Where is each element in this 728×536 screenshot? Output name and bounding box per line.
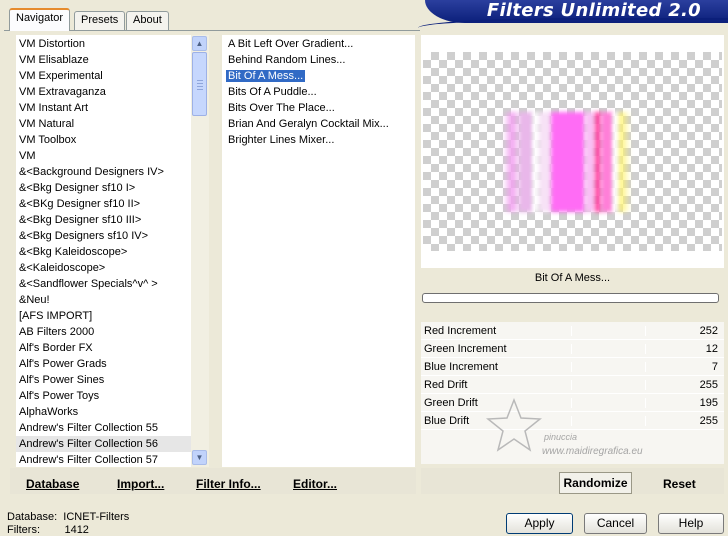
category-item[interactable]: VM Toolbox	[16, 132, 191, 148]
tab-presets[interactable]: Presets	[74, 11, 126, 30]
star-watermark-icon	[485, 398, 543, 452]
category-item[interactable]: &<Bkg Designer sf10 III>	[16, 212, 191, 228]
parameter-slider[interactable]: Green Increment 12	[421, 340, 724, 358]
parameter-slider[interactable]: Green Drift 195	[421, 394, 724, 412]
filter-item[interactable]: Bits Of A Puddle...	[225, 84, 317, 100]
category-item[interactable]: Andrew's Filter Collection 57	[16, 452, 191, 467]
scroll-thumb[interactable]	[192, 52, 207, 116]
category-item[interactable]: &<Kaleidoscope>	[16, 260, 191, 276]
category-item[interactable]: VM Extravaganza	[16, 84, 191, 100]
filter-item[interactable]: Bit Of A Mess...	[224, 68, 307, 84]
progress-bar	[422, 293, 719, 303]
scroll-up-button[interactable]: ▲	[192, 36, 207, 51]
parameter-label: Blue Drift	[424, 415, 470, 427]
category-item[interactable]: &<Bkg Designer sf10 I>	[16, 180, 191, 196]
category-item[interactable]: Andrew's Filter Collection 55	[16, 420, 191, 436]
category-list[interactable]: VM Distortion VM Elisablaze VM Experimenta…	[16, 35, 209, 467]
tab-navigator[interactable]: Navigator	[9, 8, 71, 31]
filter-item[interactable]: Behind Random Lines...	[225, 52, 345, 68]
scroll-down-button[interactable]: ▼	[192, 450, 207, 465]
import-button[interactable]: Import...	[117, 477, 164, 491]
category-item[interactable]: &Neu!	[16, 292, 191, 308]
category-item[interactable]: VM Elisablaze	[16, 52, 191, 68]
category-item[interactable]: Alf's Border FX	[16, 340, 191, 356]
category-item[interactable]: VM Instant Art	[16, 100, 191, 116]
parameter-slider[interactable]: Blue Increment 7	[421, 358, 724, 376]
parameter-label: Blue Increment	[424, 361, 498, 373]
database-button[interactable]: Database	[26, 477, 79, 491]
category-item[interactable]: &<Bkg Designers sf10 IV>	[16, 228, 191, 244]
category-item[interactable]: AlphaWorks	[16, 404, 191, 420]
category-item[interactable]: &<Sandflower Specials^v^ >	[16, 276, 191, 292]
watermark-author: pinuccia	[544, 432, 578, 442]
category-item[interactable]: VM	[16, 148, 191, 164]
parameter-label: Red Increment	[424, 325, 497, 337]
category-item[interactable]: VM Natural	[16, 116, 191, 132]
help-button[interactable]: Help	[658, 513, 724, 534]
cancel-button[interactable]: Cancel	[584, 513, 647, 534]
filter-item[interactable]: Brighter Lines Mixer...	[225, 132, 334, 148]
tab-about[interactable]: About	[126, 11, 169, 30]
category-item[interactable]: &<BKg Designer sf10 II>	[16, 196, 191, 212]
parameter-value: 195	[699, 397, 718, 409]
category-item[interactable]: VM Experimental	[16, 68, 191, 84]
randomize-button[interactable]: Randomize	[559, 472, 632, 494]
category-item[interactable]: Andrew's Filter Collection 56	[16, 436, 191, 452]
category-scrollbar[interactable]: ▲ ▼	[191, 35, 209, 467]
filter-list[interactable]: A Bit Left Over Gradient... Behind Random…	[222, 35, 415, 467]
filter-item[interactable]: A Bit Left Over Gradient...	[225, 36, 353, 52]
watermark-url: www.maidiregrafica.eu	[542, 446, 643, 457]
filter-info-button[interactable]: Filter Info...	[196, 477, 261, 491]
parameter-panel: Red Increment 252 Green Increment 12 Blue In…	[421, 322, 724, 464]
selected-filter-name: Bit Of A Mess...	[534, 272, 611, 284]
category-item[interactable]: VM Distortion	[16, 36, 191, 52]
parameter-label: Green Increment	[424, 343, 507, 355]
parameter-value: 7	[711, 361, 718, 373]
parameter-slider[interactable]: Red Increment 252	[421, 322, 724, 340]
filter-item[interactable]: Bits Over The Place...	[225, 100, 335, 116]
parameter-slider[interactable]: Red Drift 255	[421, 376, 724, 394]
parameter-value: 12	[705, 343, 718, 355]
apply-button[interactable]: Apply	[506, 513, 573, 534]
parameter-label: Green Drift	[424, 397, 478, 409]
editor-button[interactable]: Editor...	[293, 477, 337, 491]
status-filters: Filters: 1412	[7, 524, 89, 536]
category-item[interactable]: Alf's Power Sines	[16, 372, 191, 388]
category-item[interactable]: &<Bkg Kaleidoscope>	[16, 244, 191, 260]
category-item[interactable]: Alf's Power Toys	[16, 388, 191, 404]
category-item[interactable]: &<Background Designers IV>	[16, 164, 191, 180]
parameter-value: 255	[699, 415, 718, 427]
preview-panel	[421, 35, 724, 268]
parameter-value: 255	[699, 379, 718, 391]
category-item[interactable]: AB Filters 2000	[16, 324, 191, 340]
category-item[interactable]: [AFS IMPORT]	[16, 308, 191, 324]
parameter-label: Red Drift	[424, 379, 468, 391]
parameter-value: 252	[699, 325, 718, 337]
reset-button[interactable]: Reset	[663, 477, 696, 491]
preview-canvas	[423, 52, 722, 251]
category-item[interactable]: Alf's Power Grads	[16, 356, 191, 372]
arrow-down-icon: ▼	[195, 453, 204, 462]
arrow-up-icon: ▲	[195, 39, 204, 48]
status-database: Database: ICNET-Filters	[7, 511, 130, 523]
parameter-slider[interactable]: Blue Drift 255	[421, 412, 724, 430]
filter-item[interactable]: Brian And Geralyn Cocktail Mix...	[225, 116, 389, 132]
